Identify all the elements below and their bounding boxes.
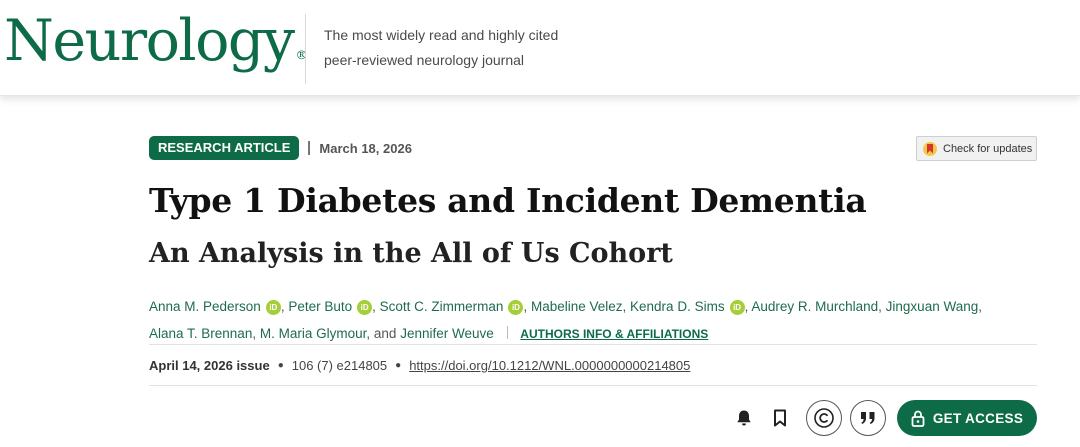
bell-icon[interactable] <box>726 400 762 436</box>
author-link[interactable]: Alana T. Brennan <box>149 326 252 341</box>
bullet-separator: ● <box>277 359 284 371</box>
article-actions: GET ACCESS <box>726 400 1037 436</box>
check-for-updates-button[interactable]: Check for updates <box>916 136 1037 161</box>
orcid-icon[interactable]: iD <box>729 300 745 315</box>
logo-text: Neurology <box>4 8 295 74</box>
get-access-button[interactable]: GET ACCESS <box>897 400 1037 436</box>
author-link[interactable]: Kendra D. Sims <box>630 299 725 314</box>
author-link[interactable]: Jennifer Weuve <box>400 326 494 341</box>
article-subtitle: An Analysis in the All of Us Cohort <box>149 238 673 269</box>
divider-bottom <box>149 385 1037 386</box>
orcid-icon[interactable]: iD <box>265 300 281 315</box>
affiliations-separator <box>506 326 508 339</box>
site-header: Neurology ® The most widely read and high… <box>0 0 1080 96</box>
quote-icon[interactable] <box>850 400 886 436</box>
author-link[interactable]: M. Maria Glymour <box>260 326 367 341</box>
lock-icon <box>911 410 925 427</box>
crossmark-icon <box>922 141 938 157</box>
tagline-line-2: peer-reviewed neurology journal <box>324 52 525 68</box>
and-word: and <box>373 326 397 341</box>
author-link[interactable]: Scott C. Zimmerman <box>380 299 504 314</box>
volume-info: 106 (7) e214805 <box>291 357 388 373</box>
orcid-icon[interactable]: iD <box>357 300 373 315</box>
author-link[interactable]: Mabeline Velez <box>531 299 623 314</box>
author-link[interactable]: Peter Buto <box>288 299 352 314</box>
author-link[interactable]: Audrey R. Murchland <box>751 299 878 314</box>
header-divider <box>305 14 306 84</box>
divider-top <box>149 344 1037 345</box>
article-header: RESEARCH ARTICLE March 18, 2026 Check fo… <box>149 96 1037 447</box>
article-meta: RESEARCH ARTICLE March 18, 2026 <box>149 136 412 160</box>
author-list: Anna M. Pederson iD, Peter Buto iD, Scott … <box>149 299 982 341</box>
author-link[interactable]: Anna M. Pederson <box>149 299 261 314</box>
journal-tagline: The most widely read and highly cited pe… <box>324 23 624 73</box>
copyright-icon[interactable] <box>806 400 842 436</box>
publication-date: March 18, 2026 <box>319 140 412 156</box>
get-access-label: GET ACCESS <box>932 410 1024 426</box>
orcid-icon[interactable]: iD <box>508 300 524 315</box>
author-link[interactable]: Jingxuan Wang <box>886 299 979 314</box>
tagline-line-1: The most widely read and highly cited <box>324 27 559 43</box>
bookmark-icon[interactable] <box>762 400 798 436</box>
issue-info: April 14, 2026 issue ● 106 (7) e214805 ●… <box>149 355 690 375</box>
meta-separator <box>308 141 311 155</box>
doi-link[interactable]: https://doi.org/10.1212/WNL.000000000021… <box>409 358 690 373</box>
check-updates-label: Check for updates <box>943 142 1033 155</box>
issue-date[interactable]: April 14, 2026 issue <box>149 358 270 373</box>
journal-logo[interactable]: Neurology ® <box>4 6 308 76</box>
article-title: Type 1 Diabetes and Incident Dementia <box>149 181 867 220</box>
bullet-separator: ● <box>395 359 402 371</box>
authors-affiliations-link[interactable]: AUTHORS INFO & AFFILIATIONS <box>520 327 708 341</box>
article-type-badge: RESEARCH ARTICLE <box>149 136 300 160</box>
